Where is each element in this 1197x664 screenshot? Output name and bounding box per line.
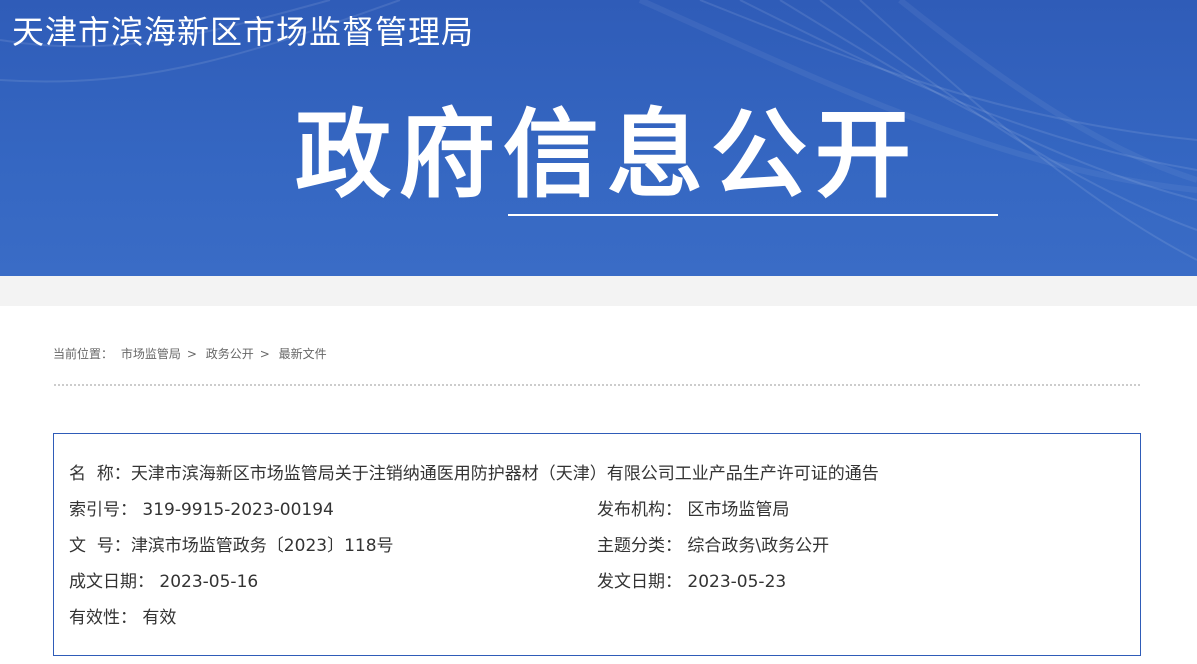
info-doc-no-row: 文 号：津滨市场监管政务〔2023〕118号 bbox=[69, 534, 394, 558]
info-publisher-row: 发布机构： 区市场监管局 bbox=[597, 498, 789, 522]
info-publisher-label: 发布机构： bbox=[597, 500, 682, 520]
info-name-label: 名 称： bbox=[69, 464, 131, 484]
info-name-row: 名 称：天津市滨海新区市场监管局关于注销纳通医用防护器材（天津）有限公司工业产品… bbox=[69, 462, 879, 486]
breadcrumb-item-market-bureau[interactable]: 市场监管局 bbox=[121, 347, 181, 361]
dotted-divider bbox=[53, 384, 1141, 386]
site-title[interactable]: 天津市滨海新区市场监督管理局 bbox=[12, 10, 474, 54]
info-validity-row: 有效性： 有效 bbox=[69, 606, 176, 630]
info-publisher-value: 区市场监管局 bbox=[687, 500, 790, 520]
info-name-value: 天津市滨海新区市场监管局关于注销纳通医用防护器材（天津）有限公司工业产品生产许可… bbox=[130, 464, 879, 484]
info-written-date-label: 成文日期： bbox=[69, 572, 154, 592]
info-index-value: 319-9915-2023-00194 bbox=[142, 500, 334, 520]
header-banner: 天津市滨海新区市场监督管理局 政府信息公开 bbox=[0, 0, 1197, 276]
info-written-date-value: 2023-05-16 bbox=[159, 572, 259, 592]
breadcrumb-separator: > bbox=[259, 347, 270, 361]
info-validity-value: 有效 bbox=[142, 608, 177, 628]
info-issue-date-value: 2023-05-23 bbox=[687, 572, 787, 592]
breadcrumb-item-latest-docs[interactable]: 最新文件 bbox=[279, 347, 327, 361]
info-validity-label: 有效性： bbox=[69, 608, 137, 628]
info-topic-row: 主题分类： 综合政务\政务公开 bbox=[597, 534, 829, 558]
info-written-date-row: 成文日期： 2023-05-16 bbox=[69, 570, 258, 594]
breadcrumb: 当前位置： 市场监管局 > 政务公开 > 最新文件 bbox=[53, 345, 331, 363]
breadcrumb-item-gov-affairs[interactable]: 政务公开 bbox=[206, 347, 254, 361]
breadcrumb-prefix: 当前位置： bbox=[53, 347, 114, 361]
banner-underline bbox=[508, 214, 998, 216]
info-index-label: 索引号： bbox=[69, 500, 137, 520]
banner-title: 政府信息公开 bbox=[295, 99, 919, 211]
info-topic-value: 综合政务\政务公开 bbox=[687, 536, 830, 556]
info-doc-no-label: 文 号： bbox=[69, 536, 131, 556]
info-index-row: 索引号： 319-9915-2023-00194 bbox=[69, 498, 334, 522]
divider-strip bbox=[0, 276, 1197, 306]
info-issue-date-row: 发文日期： 2023-05-23 bbox=[597, 570, 786, 594]
info-topic-label: 主题分类： bbox=[597, 536, 682, 556]
document-info-box: 名 称：天津市滨海新区市场监管局关于注销纳通医用防护器材（天津）有限公司工业产品… bbox=[53, 433, 1141, 656]
info-doc-no-value: 津滨市场监管政务〔2023〕118号 bbox=[130, 536, 394, 556]
info-issue-date-label: 发文日期： bbox=[597, 572, 682, 592]
breadcrumb-separator: > bbox=[186, 347, 197, 361]
